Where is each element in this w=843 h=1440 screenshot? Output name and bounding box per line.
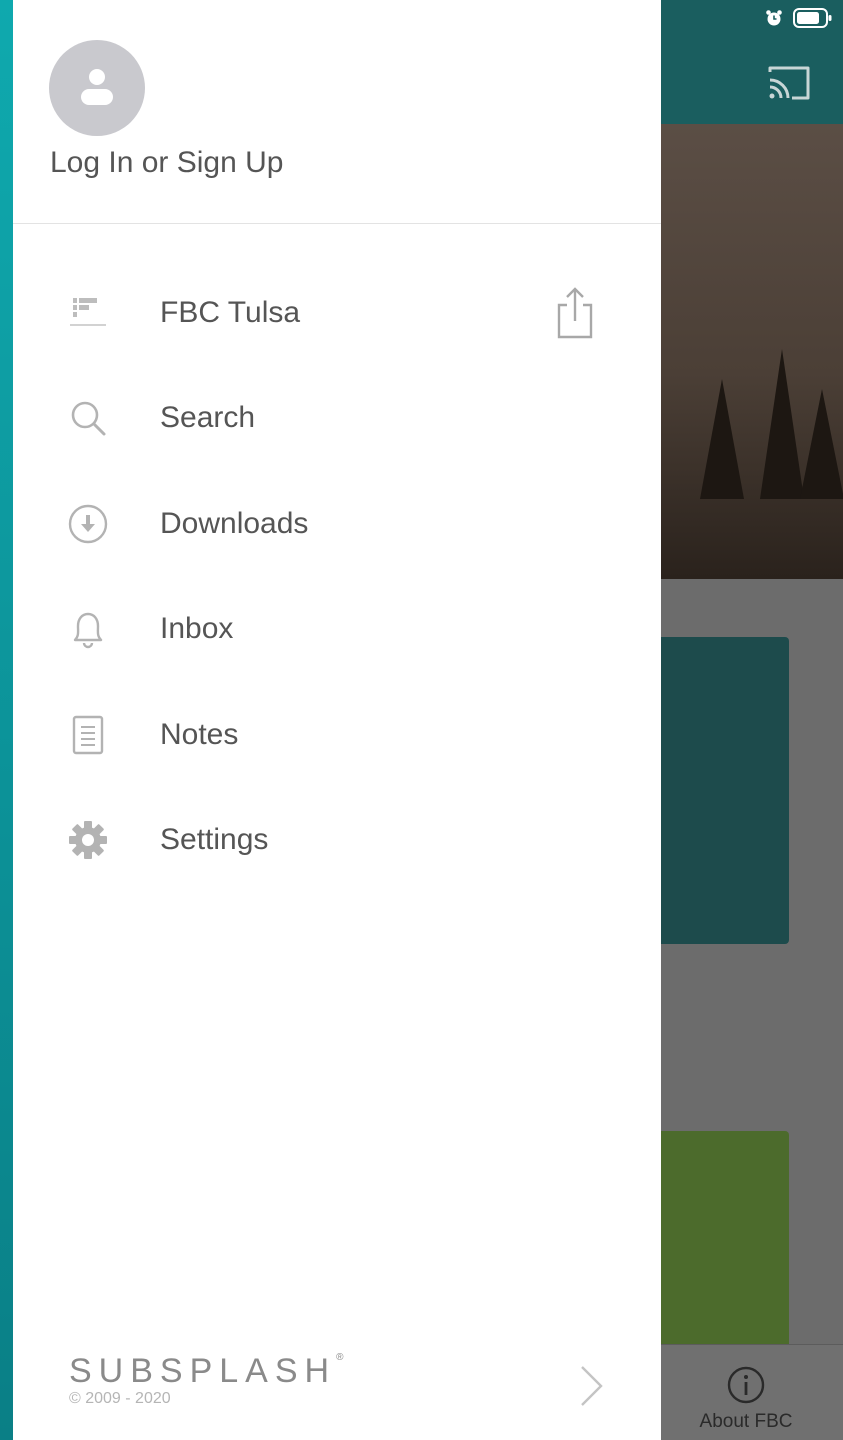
tab-about[interactable]: About FBC [660, 1345, 832, 1440]
status-bar [765, 8, 833, 28]
info-icon [727, 1366, 765, 1404]
screen-edge [0, 0, 13, 1440]
drawer-menu: FBC Tulsa Search Downloads Inbox Notes S… [13, 260, 661, 893]
background-app[interactable]: About FBC [660, 0, 843, 1440]
gear-icon [67, 819, 109, 861]
menu-item-label: Settings [160, 823, 269, 857]
brand-text: SUBSPLASH [69, 1352, 337, 1390]
navigation-drawer: Log In or Sign Up FBC Tulsa Search Downl… [13, 0, 661, 1440]
download-icon [67, 503, 109, 545]
menu-item-label: Notes [160, 717, 239, 751]
content-card[interactable] [660, 637, 789, 944]
cast-icon[interactable] [764, 62, 812, 102]
menu-item-label: Search [160, 401, 256, 435]
fbc-logo-icon [67, 292, 109, 334]
app-header [660, 0, 843, 124]
menu-item-settings[interactable]: Settings [13, 788, 661, 894]
tree-silhouette [700, 379, 744, 499]
menu-item-label: FBC Tulsa [160, 295, 301, 329]
content-card[interactable] [660, 1131, 789, 1346]
user-icon [81, 69, 113, 105]
login-signup-link[interactable]: Log In or Sign Up [50, 146, 283, 180]
search-icon [67, 397, 109, 439]
alarm-icon [766, 10, 782, 26]
bell-icon [67, 608, 109, 650]
chevron-right-icon[interactable] [579, 1364, 605, 1408]
battery-icon [793, 8, 832, 28]
menu-item-label: Inbox [160, 612, 234, 646]
menu-item-fbc-tulsa[interactable]: FBC Tulsa [13, 260, 661, 366]
tab-bar: About FBC [660, 1344, 843, 1440]
menu-item-label: Downloads [160, 506, 309, 540]
menu-item-downloads[interactable]: Downloads [13, 471, 661, 577]
menu-item-notes[interactable]: Notes [13, 682, 661, 788]
copyright-text: © 2009 - 2020 [69, 1390, 171, 1407]
notes-icon [67, 714, 109, 756]
avatar[interactable] [49, 40, 145, 136]
tree-silhouette [800, 389, 843, 499]
hero-banner[interactable] [660, 124, 843, 579]
registered-mark: ® [336, 1352, 344, 1363]
subsplash-logo[interactable]: SUBSPLASH® [69, 1352, 343, 1391]
tree-silhouette [760, 349, 804, 499]
profile-section[interactable]: Log In or Sign Up [13, 0, 661, 224]
tab-about-label: About FBC [699, 1411, 793, 1432]
menu-item-search[interactable]: Search [13, 366, 661, 472]
share-icon[interactable] [553, 285, 597, 341]
menu-item-inbox[interactable]: Inbox [13, 577, 661, 683]
